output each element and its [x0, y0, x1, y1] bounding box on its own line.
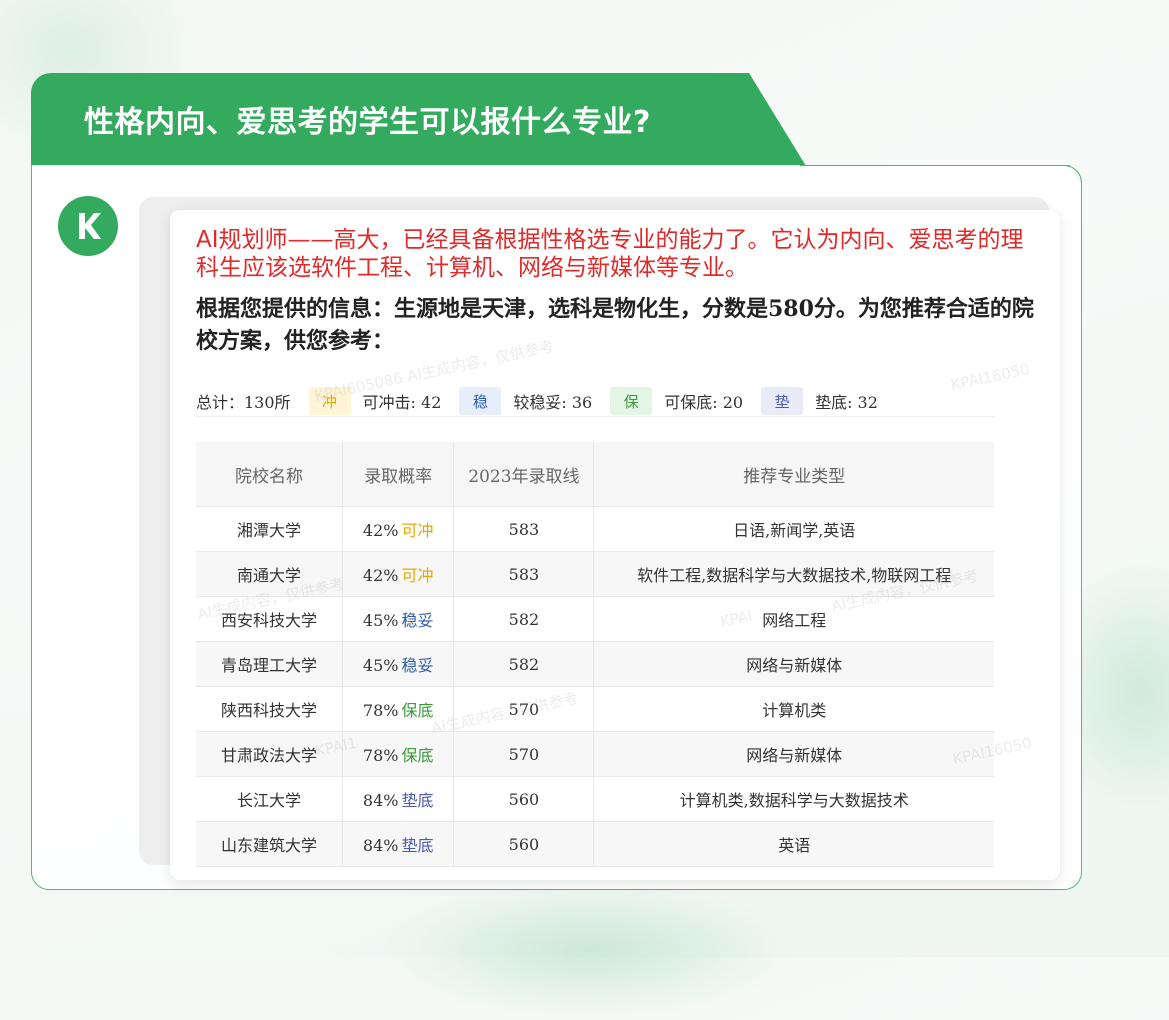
prob-value: 84%	[362, 836, 399, 855]
cell-school: 山东建筑大学	[196, 821, 343, 867]
badge-bao[interactable]: 保	[610, 387, 653, 415]
table-row[interactable]: 陕西科技大学 78% 保底 570 计算机类	[196, 686, 994, 732]
level-label: 保底	[401, 746, 434, 765]
cell-school: 甘肃政法大学	[196, 731, 343, 777]
summary-wen-count: 较稳妥: 36	[513, 393, 593, 412]
page-title: 性格内向、爱思考的学生可以报什么专业?	[84, 105, 651, 140]
cell-probability: 45% 稳妥	[342, 641, 455, 687]
cell-score: 583	[453, 551, 595, 597]
cell-probability: 78% 保底	[342, 686, 455, 732]
k-logo-icon	[58, 196, 118, 256]
cell-score: 583	[453, 506, 595, 552]
cell-probability: 78% 保底	[342, 731, 455, 777]
cell-majors: 英语	[593, 821, 994, 867]
table-row[interactable]: 西安科技大学 45% 稳妥 582 网络工程	[196, 596, 994, 642]
cell-school: 青岛理工大学	[196, 641, 343, 687]
header-majors[interactable]: 推荐专业类型	[593, 442, 994, 507]
answer-body-text: 根据您提供的信息：生源地是天津，选科是物化生，分数是580分。为您推荐合适的院校…	[196, 296, 1034, 354]
badge-wen[interactable]: 稳	[459, 387, 502, 415]
prob-value: 45%	[362, 611, 399, 630]
header-probability[interactable]: 录取概率	[342, 442, 455, 507]
badge-dian[interactable]: 垫	[761, 387, 804, 415]
cell-majors: 日语,新闻学,英语	[593, 506, 994, 552]
level-label: 保底	[401, 701, 434, 720]
cell-majors: 软件工程,数据科学与大数据技术,物联网工程	[593, 551, 994, 597]
ai-intro-text: AI规划师——高大，已经具备根据性格选专业的能力了。它认为内向、爱思考的理科生应…	[196, 227, 1024, 281]
level-label: 稳妥	[401, 656, 434, 675]
table-row[interactable]: 甘肃政法大学 78% 保底 570 网络与新媒体	[196, 731, 994, 777]
cell-majors: 计算机类	[593, 686, 994, 732]
level-label: 垫底	[401, 791, 434, 810]
table-row[interactable]: 长江大学 84% 垫底 560 计算机类,数据科学与大数据技术	[196, 776, 994, 822]
header-score-line[interactable]: 2023年录取线	[453, 442, 595, 507]
cell-school: 陕西科技大学	[196, 686, 343, 732]
level-label: 垫底	[401, 836, 434, 855]
cell-probability: 42% 可冲	[342, 551, 455, 597]
prob-value: 45%	[362, 656, 399, 675]
prob-value: 42%	[362, 566, 399, 585]
summary-dian-count: 垫底: 32	[815, 393, 878, 412]
cell-school: 西安科技大学	[196, 596, 343, 642]
cell-probability: 84% 垫底	[342, 821, 455, 867]
cell-majors: 网络工程	[593, 596, 994, 642]
table-row[interactable]: 南通大学 42% 可冲 583 软件工程,数据科学与大数据技术,物联网工程	[196, 551, 994, 597]
prob-value: 78%	[362, 746, 399, 765]
card-border	[800, 165, 1070, 166]
summary-divider	[196, 416, 994, 417]
table-header-row: 院校名称 录取概率 2023年录取线 推荐专业类型	[196, 442, 994, 507]
table-row[interactable]: 湘潭大学 42% 可冲 583 日语,新闻学,英语	[196, 506, 994, 552]
summary-total: 总计：130所	[196, 393, 291, 412]
cell-school: 长江大学	[196, 776, 343, 822]
header-school[interactable]: 院校名称	[196, 442, 343, 507]
level-label: 可冲	[401, 566, 434, 585]
cell-school: 湘潭大学	[196, 506, 343, 552]
cell-majors: 计算机类,数据科学与大数据技术	[593, 776, 994, 822]
cell-score: 560	[453, 821, 595, 867]
prob-value: 42%	[362, 521, 399, 540]
school-table: 院校名称 录取概率 2023年录取线 推荐专业类型 湘潭大学 42% 可冲 583…	[196, 442, 994, 867]
summary-bar: 总计：130所 冲 可冲击: 42 稳 较稳妥: 36 保 可保底: 20 垫 …	[196, 386, 878, 416]
k-logo-glyph	[79, 213, 101, 239]
cell-score: 560	[453, 776, 595, 822]
cell-score: 582	[453, 596, 595, 642]
cell-majors: 网络与新媒体	[593, 641, 994, 687]
level-label: 可冲	[401, 521, 434, 540]
table-row[interactable]: 青岛理工大学 45% 稳妥 582 网络与新媒体	[196, 641, 994, 687]
summary-chong-count: 可冲击: 42	[362, 393, 442, 412]
table-row[interactable]: 山东建筑大学 84% 垫底 560 英语	[196, 821, 994, 867]
cell-school: 南通大学	[196, 551, 343, 597]
cell-probability: 45% 稳妥	[342, 596, 455, 642]
prob-value: 78%	[362, 701, 399, 720]
card-border-corner	[1064, 165, 1082, 183]
cell-score: 570	[453, 686, 595, 732]
summary-bao-count: 可保底: 20	[664, 393, 744, 412]
cell-probability: 42% 可冲	[342, 506, 455, 552]
badge-chong[interactable]: 冲	[308, 387, 351, 415]
prob-value: 84%	[362, 791, 399, 810]
cell-score: 582	[453, 641, 595, 687]
cell-score: 570	[453, 731, 595, 777]
level-label: 稳妥	[401, 611, 434, 630]
cell-majors: 网络与新媒体	[593, 731, 994, 777]
cell-probability: 84% 垫底	[342, 776, 455, 822]
